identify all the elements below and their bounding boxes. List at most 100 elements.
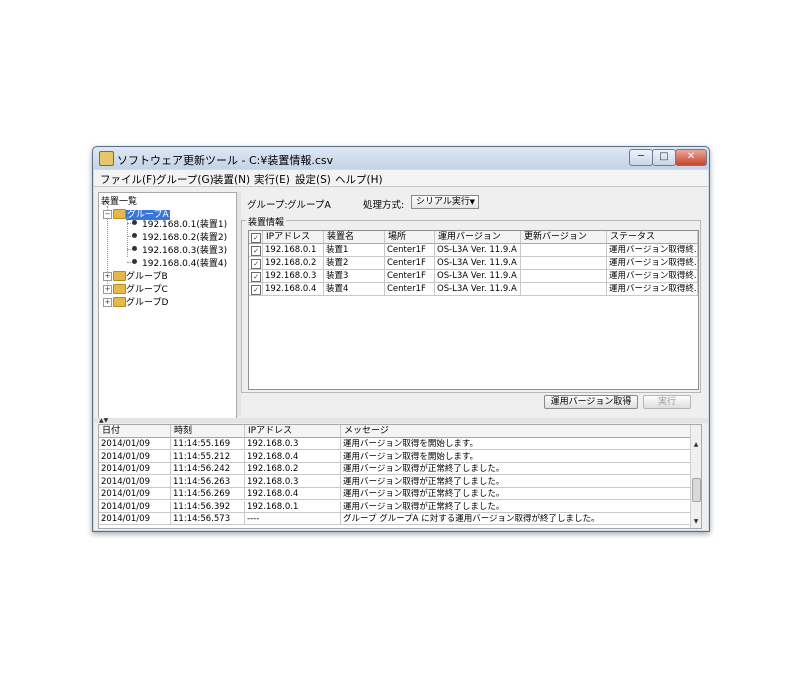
log-col-message[interactable]: メッセージ: [341, 425, 691, 438]
row-checkbox-cell[interactable]: ✓: [249, 283, 263, 296]
log-col-ip[interactable]: IPアドレス: [245, 425, 341, 438]
log-cell-ip[interactable]: 192.168.0.4: [245, 488, 341, 500]
device-cell-location[interactable]: Center1F: [385, 283, 435, 296]
get-version-button[interactable]: 運用バージョン取得: [544, 395, 638, 409]
tree-group-b[interactable]: グループB: [126, 269, 168, 282]
log-cell-message[interactable]: 運用バージョン取得を開始します。: [341, 438, 691, 450]
device-cell-update[interactable]: [521, 257, 607, 270]
row-checkbox-cell[interactable]: ✓: [249, 270, 263, 283]
device-cell-ip[interactable]: 192.168.0.1: [263, 244, 324, 257]
row-checkbox[interactable]: ✓: [251, 246, 261, 256]
close-button[interactable]: ✕: [675, 149, 707, 166]
log-cell-date[interactable]: 2014/01/09: [99, 463, 171, 475]
device-cell-status[interactable]: 運用バージョン取得終...: [607, 270, 698, 283]
scroll-down-icon[interactable]: ▼: [691, 517, 701, 527]
device-cell-name[interactable]: 装置4: [324, 283, 385, 296]
col-location[interactable]: 場所: [385, 231, 435, 244]
log-cell-ip[interactable]: ----: [245, 513, 341, 525]
scroll-thumb[interactable]: [692, 478, 701, 502]
title-bar[interactable]: ソフトウェア更新ツール - C:¥装置情報.csv ─ □ ✕: [93, 147, 709, 169]
row-checkbox[interactable]: ✓: [251, 259, 261, 269]
splitter-arrows-icon[interactable]: ▲▼: [99, 417, 108, 424]
horizontal-splitter[interactable]: [94, 418, 708, 423]
log-scrollbar[interactable]: ▲ ▼: [690, 425, 701, 528]
log-cell-ip[interactable]: 192.168.0.3: [245, 438, 341, 450]
tree-device-4[interactable]: 192.168.0.4(装置4): [142, 256, 227, 269]
menu-device[interactable]: 装置(N): [213, 172, 250, 187]
minimize-button[interactable]: ─: [629, 149, 653, 166]
select-all-checkbox[interactable]: ✓: [251, 233, 261, 243]
select-all-header[interactable]: ✓: [249, 231, 263, 244]
log-cell-message[interactable]: 運用バージョン取得を開始します。: [341, 450, 691, 463]
col-version[interactable]: 運用バージョン: [435, 231, 521, 244]
expand-icon[interactable]: +: [103, 298, 112, 307]
device-cell-location[interactable]: Center1F: [385, 244, 435, 257]
row-checkbox-cell[interactable]: ✓: [249, 257, 263, 270]
row-checkbox[interactable]: ✓: [251, 285, 261, 295]
log-cell-time[interactable]: 11:14:56.263: [171, 475, 245, 488]
device-cell-version[interactable]: OS-L3A Ver. 11.9.A: [435, 283, 521, 296]
log-col-time[interactable]: 時刻: [171, 425, 245, 438]
device-cell-version[interactable]: OS-L3A Ver. 11.9.A: [435, 270, 521, 283]
log-cell-message[interactable]: 運用バージョン取得が正常終了しました。: [341, 463, 691, 475]
log-cell-date[interactable]: 2014/01/09: [99, 500, 171, 513]
log-cell-message[interactable]: 運用バージョン取得が正常終了しました。: [341, 488, 691, 500]
log-table[interactable]: 日付 時刻 IPアドレス メッセージ 2014/01/09 11:14:55.16…: [98, 424, 702, 529]
tree-device-2[interactable]: 192.168.0.2(装置2): [142, 230, 227, 243]
device-cell-update[interactable]: [521, 244, 607, 257]
log-cell-date[interactable]: 2014/01/09: [99, 438, 171, 450]
log-cell-ip[interactable]: 192.168.0.1: [245, 500, 341, 513]
col-ip[interactable]: IPアドレス: [263, 231, 324, 244]
tree-group-d[interactable]: グループD: [126, 295, 168, 308]
tree-device-3[interactable]: 192.168.0.3(装置3): [142, 243, 227, 256]
device-cell-name[interactable]: 装置3: [324, 270, 385, 283]
row-checkbox-cell[interactable]: ✓: [249, 244, 263, 257]
log-cell-message[interactable]: 運用バージョン取得が正常終了しました。: [341, 475, 691, 488]
log-cell-time[interactable]: 11:14:55.169: [171, 438, 245, 450]
device-cell-version[interactable]: OS-L3A Ver. 11.9.A: [435, 257, 521, 270]
device-cell-update[interactable]: [521, 283, 607, 296]
device-cell-name[interactable]: 装置2: [324, 257, 385, 270]
row-checkbox[interactable]: ✓: [251, 272, 261, 282]
device-table[interactable]: ✓ IPアドレス 装置名 場所 運用バージョン 更新バージョン ステータス ✓ 1…: [248, 230, 699, 390]
device-cell-ip[interactable]: 192.168.0.4: [263, 283, 324, 296]
col-name[interactable]: 装置名: [324, 231, 385, 244]
log-cell-date[interactable]: 2014/01/09: [99, 475, 171, 488]
maximize-button[interactable]: □: [652, 149, 676, 166]
expand-icon[interactable]: +: [103, 272, 112, 281]
device-cell-status[interactable]: 運用バージョン取得終...: [607, 244, 698, 257]
log-cell-date[interactable]: 2014/01/09: [99, 513, 171, 525]
log-cell-date[interactable]: 2014/01/09: [99, 488, 171, 500]
log-cell-message[interactable]: グループ グループA に対する運用バージョン取得が終了しました。: [341, 513, 691, 525]
log-cell-message[interactable]: 運用バージョン取得が正常終了しました。: [341, 500, 691, 513]
execute-button[interactable]: 実行: [643, 395, 691, 409]
menu-help[interactable]: ヘルプ(H): [335, 172, 383, 187]
log-cell-ip[interactable]: 192.168.0.2: [245, 463, 341, 475]
tree-group-c[interactable]: グループC: [126, 282, 168, 295]
log-cell-ip[interactable]: 192.168.0.3: [245, 475, 341, 488]
log-cell-time[interactable]: 11:14:56.269: [171, 488, 245, 500]
device-cell-version[interactable]: OS-L3A Ver. 11.9.A: [435, 244, 521, 257]
device-tree[interactable]: 装置一覧 − グループA 192.168.0.1(装置1) 192.168.0.…: [98, 192, 237, 419]
device-cell-name[interactable]: 装置1: [324, 244, 385, 257]
device-cell-location[interactable]: Center1F: [385, 270, 435, 283]
log-cell-time[interactable]: 11:14:55.212: [171, 450, 245, 463]
device-cell-status[interactable]: 運用バージョン取得終...: [607, 283, 698, 296]
expand-icon[interactable]: +: [103, 285, 112, 294]
menu-group[interactable]: グループ(G): [156, 172, 214, 187]
tree-device-1[interactable]: 192.168.0.1(装置1): [142, 217, 227, 230]
log-cell-ip[interactable]: 192.168.0.4: [245, 450, 341, 463]
col-update-version[interactable]: 更新バージョン: [521, 231, 607, 244]
scroll-up-icon[interactable]: ▲: [691, 440, 701, 450]
col-status[interactable]: ステータス: [607, 231, 698, 244]
device-cell-ip[interactable]: 192.168.0.2: [263, 257, 324, 270]
device-cell-status[interactable]: 運用バージョン取得終...: [607, 257, 698, 270]
log-cell-time[interactable]: 11:14:56.242: [171, 463, 245, 475]
collapse-icon[interactable]: −: [103, 210, 112, 219]
log-cell-time[interactable]: 11:14:56.573: [171, 513, 245, 525]
log-cell-time[interactable]: 11:14:56.392: [171, 500, 245, 513]
menu-execute[interactable]: 実行(E): [254, 172, 290, 187]
log-col-date[interactable]: 日付: [99, 425, 171, 438]
log-cell-date[interactable]: 2014/01/09: [99, 450, 171, 463]
method-select[interactable]: シリアル実行 ▼: [411, 195, 479, 209]
